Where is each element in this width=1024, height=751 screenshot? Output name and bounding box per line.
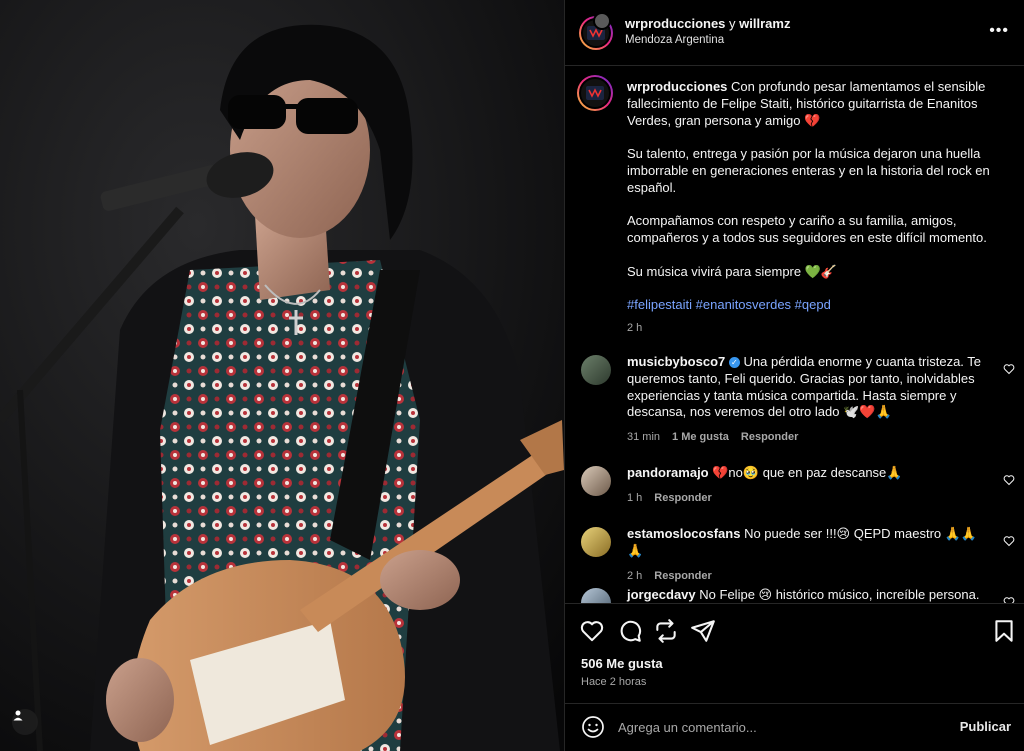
repost-icon[interactable] — [653, 618, 679, 644]
commenter-avatar[interactable] — [581, 466, 611, 496]
like-comment-heart-icon[interactable] — [1003, 535, 1015, 547]
commenter-username[interactable]: jorgecdavy — [627, 587, 696, 602]
comment-input[interactable] — [618, 717, 948, 737]
post-timestamp: Hace 2 horas — [581, 676, 647, 688]
caption-paragraph-4: Su música vivirá para siempre 💚🎸 — [627, 263, 838, 279]
comment-text: No Felipe 😢 histórico músico, increíble … — [699, 587, 980, 602]
caption-paragraph-2: Su talento, entrega y pasión por la músi… — [627, 146, 990, 195]
comment-time[interactable]: 1 h — [627, 490, 642, 507]
commenter-avatar[interactable] — [581, 588, 611, 603]
like-comment-heart-icon[interactable] — [1003, 474, 1015, 486]
likes-count[interactable]: 506 Me gusta — [581, 656, 663, 671]
commenter-username[interactable]: musicbybosco7 — [627, 354, 725, 369]
verified-badge-icon: ✓ — [728, 357, 740, 368]
post-header: wrproducciones y willramz Mendoza Argent… — [565, 0, 1024, 66]
like-comment-heart-icon[interactable] — [1003, 596, 1015, 603]
coauthor-avatar[interactable] — [593, 12, 611, 30]
post-image[interactable] — [0, 0, 564, 751]
reply-button[interactable]: Responder — [741, 429, 798, 446]
coauthor-username[interactable]: willramz — [739, 16, 790, 31]
caption-time: 2 h — [627, 322, 643, 335]
more-options-button[interactable]: ••• — [989, 22, 1009, 40]
bookmark-save-icon[interactable] — [991, 618, 1017, 644]
author-username[interactable]: wrproducciones — [625, 16, 725, 31]
like-comment-heart-icon[interactable] — [1003, 363, 1015, 375]
tagged-users-button[interactable] — [12, 709, 38, 735]
commenter-avatar[interactable] — [581, 355, 611, 385]
reply-button[interactable]: Responder — [654, 568, 711, 585]
comment-bubble-icon[interactable] — [617, 618, 643, 644]
comment-likes[interactable]: 1 Me gusta — [672, 429, 729, 446]
publish-button[interactable]: Publicar — [960, 719, 1011, 734]
post-details-panel: wrproducciones y willramz Mendoza Argent… — [564, 0, 1024, 751]
author-connector: y — [729, 16, 736, 31]
wr-logo-icon — [586, 86, 604, 100]
caption-username[interactable]: wrproducciones — [627, 79, 727, 94]
post-location[interactable]: Mendoza Argentina — [625, 34, 724, 46]
commenter-username[interactable]: estamoslocosfans — [627, 526, 740, 541]
comments-scroll-area[interactable]: wrproducciones Con profundo pesar lament… — [565, 67, 1024, 603]
comment-text: 💔no🥹 que en paz descanse🙏 — [712, 465, 903, 480]
comment-time[interactable]: 2 h — [627, 568, 642, 585]
caption-author-avatar[interactable] — [577, 75, 613, 111]
caption-hashtags[interactable]: #felipestaiti #enanitosverdes #qepd — [627, 297, 997, 314]
person-icon — [13, 710, 23, 721]
commenter-avatar[interactable] — [581, 527, 611, 557]
emoji-icon[interactable] — [581, 715, 605, 739]
comment-time[interactable]: 31 min — [627, 429, 660, 446]
post-photo-illustration — [0, 0, 564, 751]
commenter-username[interactable]: pandoramajo — [627, 465, 709, 480]
post-authors: wrproducciones y willramz — [625, 16, 790, 31]
caption-paragraph-3: Acompañamos con respeto y cariño a su fa… — [627, 213, 987, 246]
share-send-icon[interactable] — [690, 618, 716, 644]
post-actions: 506 Me gusta Hace 2 horas — [565, 603, 1024, 703]
reply-button[interactable]: Responder — [654, 490, 711, 507]
like-heart-icon[interactable] — [579, 618, 605, 644]
comment-composer: Publicar — [565, 703, 1024, 751]
post-caption: wrproducciones Con profundo pesar lament… — [627, 79, 997, 337]
